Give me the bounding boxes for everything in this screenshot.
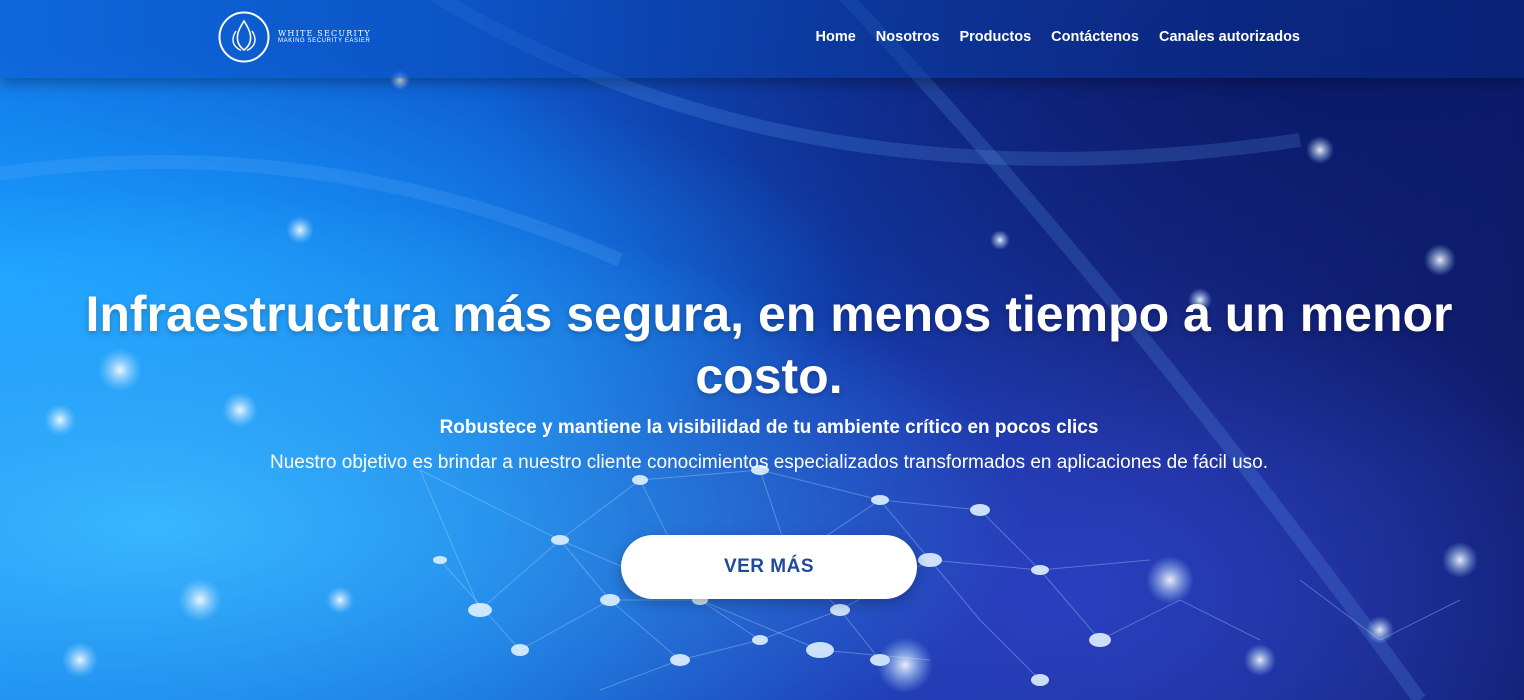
hero-headline: Infraestructura más segura, en menos tie… [85, 286, 1453, 404]
hero-description: Nuestro objetivo es brindar a nuestro cl… [269, 452, 1269, 473]
brand-tagline: MAKING SECURITY EASIER [278, 38, 371, 45]
site-header: WHITE SECURITY MAKING SECURITY EASIER Ho… [0, 0, 1524, 78]
ver-mas-button[interactable]: VER MÁS [621, 535, 917, 599]
nav-item-canales-autorizados[interactable]: Canales autorizados [1159, 29, 1300, 45]
nav-item-contactenos[interactable]: Contáctenos [1051, 29, 1139, 45]
hero-subheadline: Robustece y mantiene la visibilidad de t… [439, 417, 1099, 438]
brand-logo[interactable]: WHITE SECURITY MAKING SECURITY EASIER [218, 11, 371, 63]
nav-item-nosotros[interactable]: Nosotros [876, 29, 940, 45]
nav-item-productos[interactable]: Productos [959, 29, 1031, 45]
brand-text: WHITE SECURITY MAKING SECURITY EASIER [278, 29, 371, 45]
hero-section: WHITE SECURITY MAKING SECURITY EASIER Ho… [0, 0, 1524, 700]
nav-item-home[interactable]: Home [816, 29, 856, 45]
flame-drop-logo-icon [218, 11, 270, 63]
main-nav: Home Nosotros Productos Contáctenos Cana… [816, 29, 1301, 45]
brand-name: WHITE SECURITY [278, 28, 371, 38]
